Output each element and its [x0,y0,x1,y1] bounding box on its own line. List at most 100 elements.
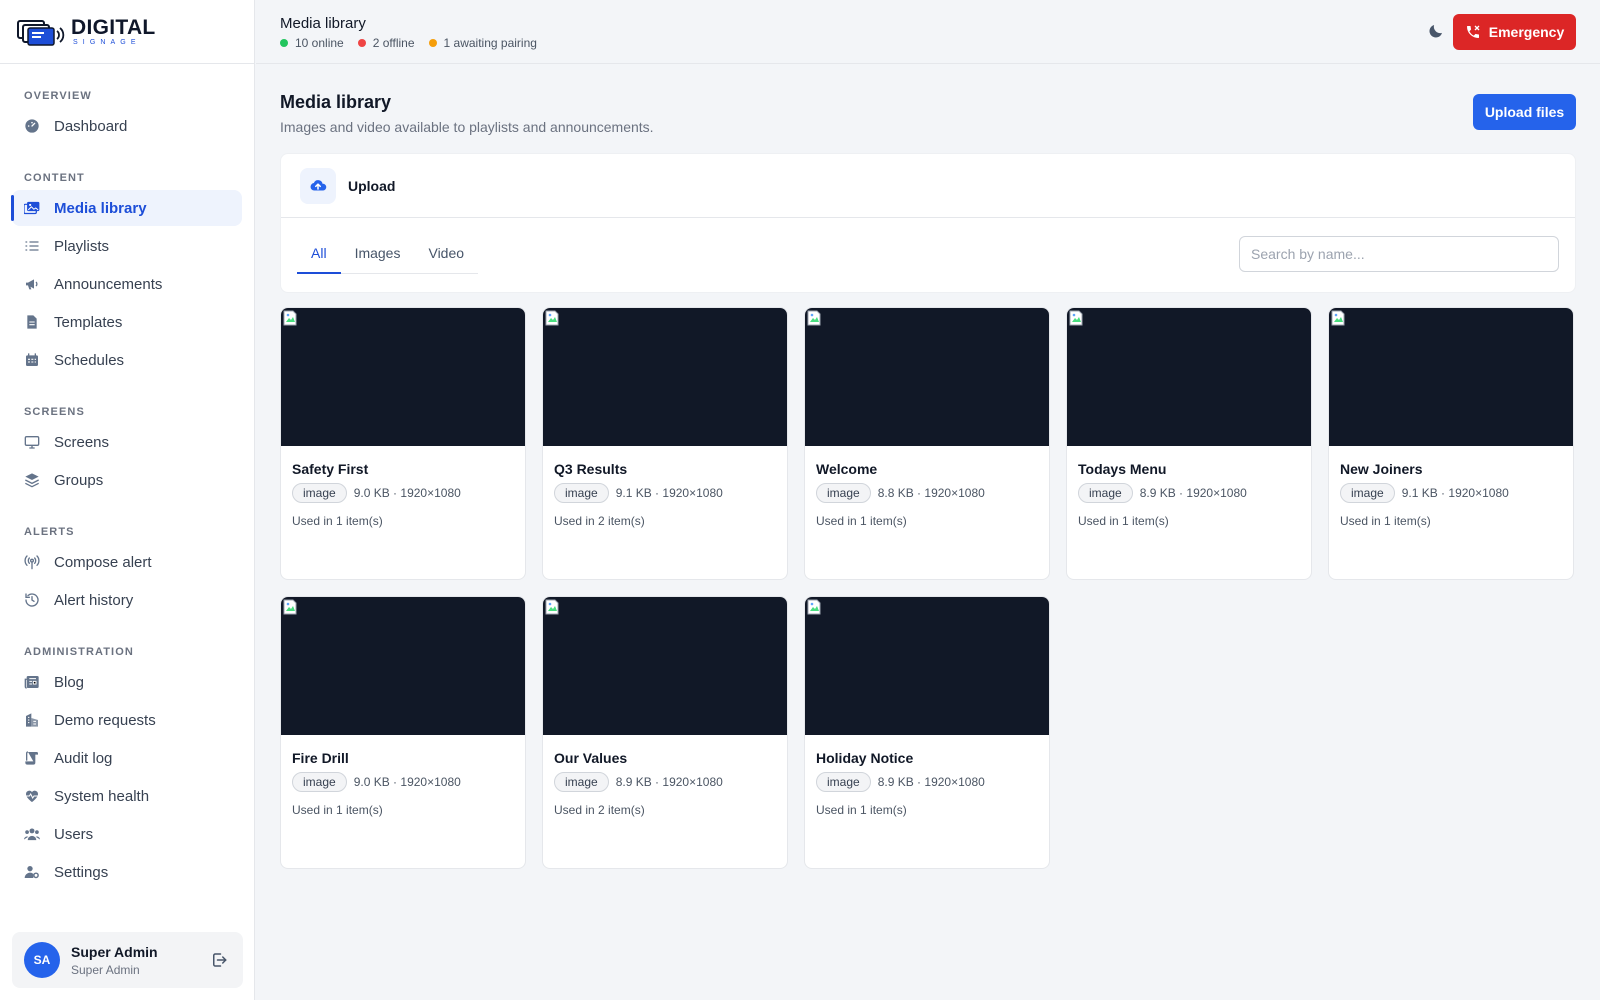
emergency-label: Emergency [1488,24,1565,40]
sidebar-item-label: Groups [54,471,104,489]
scroll-icon [24,750,40,766]
media-card[interactable]: Holiday Notice image 8.9 KB · 1920×1080 Use… [804,596,1050,869]
media-usage: Used in 2 item(s) [554,514,645,528]
sidebar-item-media-library[interactable]: Media library [11,190,242,226]
status-item: 1 awaiting pairing [428,36,537,50]
building-icon [24,712,40,728]
sidebar-item-label: Dashboard [54,117,128,135]
media-dimensions: 1920×1080 [662,486,723,500]
megaphone-icon [24,276,40,292]
sidebar-item-system-health[interactable]: System health [12,778,242,814]
status-dot-icon [357,39,366,47]
nav-section-alerts: ALERTS [24,526,75,538]
newspaper-icon [24,674,40,690]
meta-separator: · [651,775,663,789]
media-meta: image 8.9 KB · 1920×1080 [1078,483,1247,503]
media-meta: image 8.9 KB · 1920×1080 [554,772,723,792]
media-meta: image 9.0 KB · 1920×1080 [292,772,461,792]
sidebar-item-templates[interactable]: Templates [12,304,242,340]
upload-label: Upload [348,177,396,194]
upload-files-button[interactable]: Upload files [1473,94,1576,130]
avatar: SA [24,942,60,978]
media-dimensions: 1920×1080 [1448,486,1509,500]
sidebar-item-label: Playlists [54,237,110,255]
media-name: Fire Drill [292,750,349,766]
sidebar-item-blog[interactable]: Blog [12,664,242,700]
upload-dropzone[interactable]: Upload [281,154,1575,218]
media-usage: Used in 1 item(s) [1340,514,1431,528]
sidebar-item-playlists[interactable]: Playlists [12,228,242,264]
sidebar-nav: OVERVIEW Dashboard CONTENT Media library Pla… [0,64,254,890]
media-thumbnail [281,308,525,446]
screen-status-summary: 10 online 2 offline 1 awaiting pairing [280,36,551,50]
media-card[interactable]: Welcome image 8.8 KB · 1920×1080 Used in 1 … [804,307,1050,580]
sidebar-item-audit-log[interactable]: Audit log [12,740,242,776]
media-thumbnail [543,597,787,735]
media-usage: Used in 1 item(s) [816,514,907,528]
broken-image-icon [807,310,821,326]
sidebar-item-label: Announcements [54,275,163,293]
media-thumbnail [805,597,1049,735]
media-card[interactable]: New Joiners image 9.1 KB · 1920×1080 Used i… [1328,307,1574,580]
user-card[interactable]: SA Super Admin Super Admin [12,932,243,988]
media-name: Our Values [554,750,628,766]
media-card[interactable]: Our Values image 8.9 KB · 1920×1080 Used in… [542,596,788,869]
broken-image-icon [545,599,559,615]
media-name: New Joiners [1340,461,1423,477]
media-usage: Used in 1 item(s) [292,514,383,528]
status-dot-icon [428,39,437,47]
sidebar-item-announcements[interactable]: Announcements [12,266,242,302]
media-size: 9.1 KB [615,486,652,500]
meta-separator: · [651,486,663,500]
media-type-badge: image [1340,483,1395,503]
media-type-badge: image [292,483,347,503]
layers-icon [24,472,40,488]
sidebar-item-compose-alert[interactable]: Compose alert [12,544,242,580]
media-thumbnail [281,597,525,735]
tab-video[interactable]: Video [414,233,478,273]
list-icon [24,238,40,254]
media-card[interactable]: Fire Drill image 9.0 KB · 1920×1080 Used in… [280,596,526,869]
dashboard-icon [24,118,40,134]
nav-section-screens: SCREENS [24,406,85,418]
sidebar-item-demo-requests[interactable]: Demo requests [12,702,242,738]
sidebar-item-screens[interactable]: Screens [12,424,242,460]
logout-icon[interactable] [209,950,229,970]
media-meta: image 9.1 KB · 1920×1080 [1340,483,1509,503]
sidebar-item-alert-history[interactable]: Alert history [12,582,242,618]
history-icon [24,592,40,608]
sidebar-item-settings[interactable]: Settings [12,854,242,890]
users-icon [24,826,40,842]
media-thumbnail [543,308,787,446]
brand-logo[interactable]: DIGITAL SIGNAGE [0,0,254,64]
library-toolbar-panel: Upload All Images Video [280,153,1576,293]
tab-images[interactable]: Images [341,233,415,273]
sidebar-item-users[interactable]: Users [12,816,242,852]
broken-image-icon [545,310,559,326]
media-usage: Used in 1 item(s) [1078,514,1169,528]
media-thumbnail [805,308,1049,446]
page-subtitle: Images and video available to playlists … [280,119,654,135]
media-type-badge: image [1078,483,1133,503]
media-name: Todays Menu [1078,461,1167,477]
sidebar: DIGITAL SIGNAGE OVERVIEW Dashboard CONTENT… [0,0,255,1000]
sidebar-item-label: Users [54,825,94,843]
media-usage: Used in 2 item(s) [554,803,645,817]
media-name: Holiday Notice [816,750,914,766]
dark-mode-toggle-icon[interactable] [1427,22,1447,42]
media-usage: Used in 1 item(s) [292,803,383,817]
emergency-button[interactable]: Emergency [1453,14,1576,50]
media-size: 9.0 KB [353,775,390,789]
sidebar-item-groups[interactable]: Groups [12,462,242,498]
media-card[interactable]: Todays Menu image 8.9 KB · 1920×1080 Used i… [1066,307,1312,580]
tab-all[interactable]: All [297,233,341,274]
sidebar-item-dashboard[interactable]: Dashboard [12,108,242,144]
meta-separator: · [913,775,925,789]
media-card[interactable]: Q3 Results image 9.1 KB · 1920×1080 Used in… [542,307,788,580]
status-text: 1 awaiting pairing [443,36,537,50]
media-type-badge: image [816,483,871,503]
media-card[interactable]: Safety First image 9.0 KB · 1920×1080 Used … [280,307,526,580]
sidebar-item-schedules[interactable]: Schedules [12,342,242,378]
brand-name: DIGITAL [71,16,156,39]
search-input[interactable] [1239,236,1559,272]
